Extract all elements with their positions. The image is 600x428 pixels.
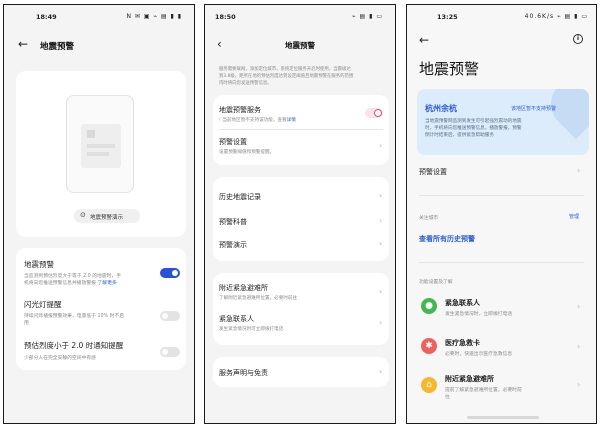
city-desc: 当地震预警网监测到发生可引起强烈震动的地震: [425, 119, 522, 124]
phone-screen-overview: 13:25 40.6K/s ⌁ ▤ ▮ ▭ ← i 地震预警 杭州余杭 该地区暂…: [406, 4, 597, 424]
city-desc: 时，手机将向您推送预警信息，播放警报，预警: [425, 126, 522, 131]
chevron-right-icon: ›: [379, 318, 383, 327]
warning-icon: !: [219, 118, 221, 123]
status-time: 13:25: [437, 13, 458, 21]
setting-title: 闪光灯提醒: [24, 300, 62, 309]
details-link[interactable]: 详情: [287, 118, 296, 123]
page-title: 地震预警: [40, 42, 75, 52]
back-arrow-icon[interactable]: ←: [419, 33, 429, 47]
manage-link[interactable]: 管理: [569, 213, 579, 220]
demo-button[interactable]: ⊙ 地震预警演示: [74, 209, 140, 223]
chevron-right-icon: ›: [577, 380, 581, 389]
service-card: 地震预警服务 ! 当前地区暂不支持该功能，查看详情 预警设置 设置预警阈值和预警…: [213, 95, 389, 165]
phone-screen-service: 18:50 ⌁ ▤ ▮ ▭ ‹ 地震预警 服务需要联网，添加定位城市，系统定位服…: [204, 4, 396, 424]
status-bar: 18:49 N ✉ ▣ ⌁ ▤ ▮ ▮: [4, 11, 194, 23]
setting-desc: 机将向您推送预警信息并播放警报 了解更多: [24, 281, 117, 286]
earthquake-alert-toggle[interactable]: [160, 268, 180, 278]
menu-card: 历史地震记录 › 预警科普 › 预警演示 ›: [213, 177, 389, 261]
alert-settings-title[interactable]: 预警设置: [219, 137, 247, 147]
service-toggle[interactable]: [365, 108, 383, 118]
status-time: 18:49: [36, 13, 57, 21]
feature-title[interactable]: 附近紧急避难所: [445, 374, 494, 384]
setting-desc: 当监测到预估烈度大于等于 2.0 的地震时，手: [24, 274, 122, 279]
intro-text: 到3.8级，距所在地的预估烈度达到设定阈值且地震预警在服务的范围: [219, 74, 354, 79]
status-bar: 13:25 40.6K/s ⌁ ▤ ▮ ▭: [407, 11, 596, 23]
chevron-right-icon: ›: [379, 287, 383, 296]
view-history-link[interactable]: 查看所有历史预警: [419, 234, 475, 244]
page-title: 地震预警: [285, 41, 315, 50]
region-unsupported-badge: 该地区暂不支持预警: [511, 106, 557, 112]
contact-desc: 发生紧急情况时可立即拨打电话: [219, 327, 284, 332]
home-indicator: [467, 416, 539, 419]
location-pin-icon: [540, 89, 589, 140]
setting-desc: 少部分人在完全安静的空间中有感: [24, 356, 96, 361]
status-icons: 40.6K/s ⌁ ▤ ▮ ▭: [524, 13, 588, 20]
alert-settings-item[interactable]: 预警设置: [419, 167, 447, 177]
intro-text: 服务需要联网，添加定位城市，系统定位服务开启时使用，当震级达: [219, 67, 351, 72]
feature-desc: 提前了解紧急避难所位置，必要时前: [445, 388, 522, 393]
shelter-title[interactable]: 附近紧急避难所: [219, 283, 268, 293]
feature-title[interactable]: 医疗急救卡: [445, 338, 480, 348]
chevron-right-icon: ›: [577, 342, 581, 351]
back-arrow-icon[interactable]: ‹: [217, 37, 222, 51]
person-icon: ●: [421, 298, 437, 314]
status-time: 18:50: [215, 13, 236, 21]
service-title: 地震预警服务: [219, 106, 261, 114]
intro-text: 内时将向您发送预警信息。: [219, 81, 272, 86]
flash-alert-toggle[interactable]: [160, 311, 180, 321]
feature-desc: 往: [445, 395, 450, 400]
followed-cities-label: 关注城市: [419, 216, 439, 221]
chevron-right-icon: ›: [379, 191, 383, 200]
illustration-card: ⊙ 地震预警演示: [16, 71, 186, 237]
chevron-right-icon: ›: [577, 166, 581, 175]
chevron-right-icon: ›: [379, 367, 383, 376]
page-title: 地震预警: [419, 60, 480, 78]
feature-title[interactable]: 紧急联系人: [445, 298, 480, 308]
settings-card: 地震预警 当监测到预估烈度大于等于 2.0 的地震时，手 机将向您推送预警信息并…: [16, 248, 186, 370]
chevron-right-icon: ›: [577, 302, 581, 311]
play-icon: ⊙: [80, 211, 86, 219]
status-icons: ⌁ ▤ ▮ ▭: [352, 13, 383, 20]
terms-item[interactable]: 服务声明与免责: [219, 368, 268, 378]
low-intensity-toggle[interactable]: [160, 347, 180, 357]
city-name: 杭州余杭: [425, 104, 457, 113]
section-label: 功能设置及了解: [419, 280, 453, 285]
shelter-icon: ⌂: [421, 377, 437, 393]
feature-desc: 发生紧急情况时，立即拨打电话: [445, 312, 513, 317]
status-icons: N ✉ ▣ ⌁ ▤ ▮ ▮: [126, 13, 182, 20]
learn-more-link[interactable]: 了解更多: [98, 281, 117, 286]
setting-title: 预估烈度小于 2.0 时通知提醒: [24, 341, 124, 350]
status-bar: 18:50 ⌁ ▤ ▮ ▭: [205, 11, 395, 23]
phone-screen-settings: 18:49 N ✉ ▣ ⌁ ▤ ▮ ▮ ← 地震预警 ⊙ 地震预警演示 地震预警…: [3, 4, 195, 424]
info-icon[interactable]: i: [573, 34, 583, 44]
menu-item-demo[interactable]: 预警演示: [219, 240, 247, 250]
medical-icon: ✱: [421, 338, 437, 354]
setting-desc: 持续闪烁播报预警效果，电量低于 10% 时不启: [24, 314, 125, 319]
menu-item-history[interactable]: 历史地震记录: [219, 192, 261, 202]
city-card: 杭州余杭 该地区暂不支持预警 当地震预警网监测到发生可引起强烈震动的地震 时，手…: [417, 89, 589, 155]
city-desc: 倒计时结束后，提供紧急帮助服务: [425, 133, 494, 138]
shelter-desc: 了解附近紧急避难所位置，必要时前往: [219, 296, 298, 301]
phone-illustration: [66, 95, 134, 193]
menu-item-science[interactable]: 预警科普: [219, 217, 247, 227]
chevron-right-icon: ›: [379, 141, 383, 150]
setting-title: 地震预警: [24, 260, 54, 269]
demo-button-label: 地震预警演示: [90, 214, 124, 221]
feature-desc: 必要时，快速出示医疗急救信息: [445, 352, 513, 357]
setting-desc: 用: [24, 321, 29, 326]
contact-title[interactable]: 紧急联系人: [219, 314, 254, 324]
chevron-right-icon: ›: [379, 239, 383, 248]
service-notice: ! 当前地区暂不支持该功能，查看详情: [219, 118, 296, 123]
alert-settings-desc: 设置预警阈值和预警提醒。: [219, 150, 275, 155]
chevron-right-icon: ›: [379, 216, 383, 225]
emergency-card: 附近紧急避难所 了解附近紧急避难所位置，必要时前往 › 紧急联系人 发生紧急情况…: [213, 273, 389, 345]
terms-card: 服务声明与免责 ›: [213, 357, 389, 387]
back-arrow-icon[interactable]: ←: [18, 37, 28, 51]
